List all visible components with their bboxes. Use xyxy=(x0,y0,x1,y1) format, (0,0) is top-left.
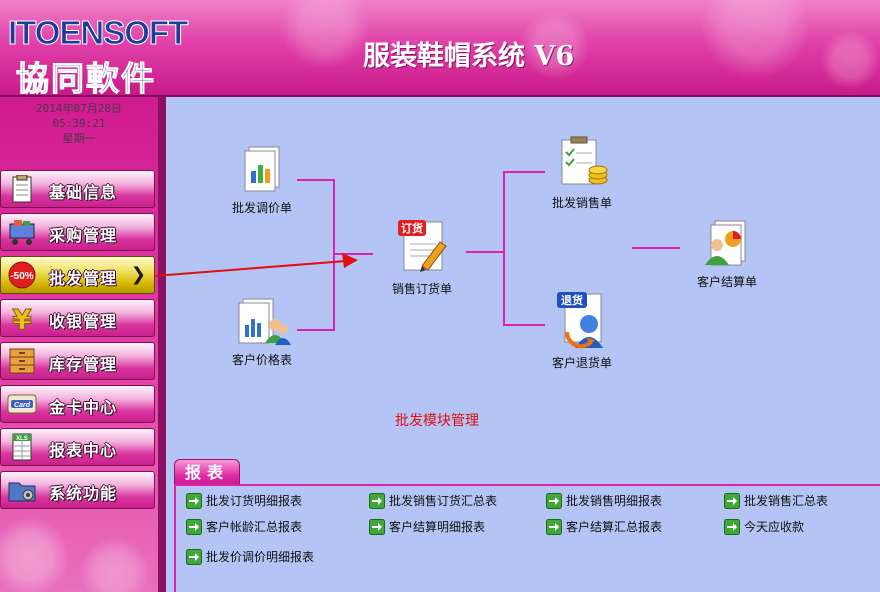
customer-return-doc[interactable]: 退货 客户退货单 xyxy=(527,288,637,371)
doc-label: 销售订货单 xyxy=(391,282,452,296)
order-form-icon: 订货 xyxy=(398,220,447,272)
doc-label: 客户退货单 xyxy=(551,356,612,370)
green-arrow-icon xyxy=(369,519,385,535)
sidebar-item-label: 基础信息 xyxy=(49,183,118,202)
spreadsheet-icon: XLS xyxy=(12,433,32,461)
return-form-icon: 退货 xyxy=(557,292,603,349)
app-title: 服装鞋帽系统 V6 xyxy=(363,41,575,72)
doc-label: 批发调价单 xyxy=(231,201,292,215)
sidebar-item-system[interactable]: 系统功能 xyxy=(0,471,155,509)
sidebar-divider xyxy=(158,97,166,592)
discount-tag-icon: -50% xyxy=(8,261,36,289)
datetime-display: 2014年07月28日 05:39:21 星期一 xyxy=(0,101,158,146)
logo-chinese: 協同軟件 xyxy=(16,59,156,98)
sidebar-item-label: 采购管理 xyxy=(49,226,118,245)
sidebar-item-inventory[interactable]: 库存管理 xyxy=(0,342,155,380)
clipboard-icon xyxy=(12,175,32,203)
module-title: 批发模块管理 xyxy=(395,413,479,429)
sidebar-item-cashier[interactable]: ¥ 收银管理 xyxy=(0,299,155,337)
sidebar-item-label: 批发管理 xyxy=(49,269,118,288)
green-arrow-icon xyxy=(546,493,562,509)
sidebar-item-basic-info[interactable]: 基础信息 xyxy=(0,170,155,208)
red-pointer-arrow xyxy=(153,253,358,277)
green-arrow-icon xyxy=(186,493,202,509)
sidebar-item-purchase[interactable]: 采购管理 xyxy=(0,213,155,251)
shopping-cart-icon xyxy=(9,220,35,245)
wholesale-price-adjust-doc[interactable]: 批发调价单 xyxy=(207,143,317,216)
chevron-right-icon: ❯ xyxy=(130,264,146,285)
sidebar-item-gold-card[interactable]: Card 金卡中心 xyxy=(0,385,155,423)
customer-price-list-doc[interactable]: 客户价格表 xyxy=(207,295,317,368)
cabinet-icon xyxy=(9,348,35,374)
green-arrow-icon xyxy=(546,519,562,535)
green-arrow-icon xyxy=(724,493,740,509)
current-date: 2014年07月28日 xyxy=(36,102,122,115)
tab-reports[interactable]: 报表 xyxy=(174,459,240,485)
current-time: 05:39:21 xyxy=(52,117,106,130)
order-badge: 订货 xyxy=(401,221,423,235)
green-arrow-icon xyxy=(186,519,202,535)
yen-icon: ¥ xyxy=(12,304,33,332)
sidebar-item-label: 库存管理 xyxy=(49,355,118,374)
sidebar-item-label: 报表中心 xyxy=(49,441,118,460)
discount-badge: -50% xyxy=(10,271,33,282)
settings-folder-icon xyxy=(8,482,36,502)
green-arrow-icon xyxy=(369,493,385,509)
sidebar-item-label: 收银管理 xyxy=(49,312,118,331)
customer-settlement-doc[interactable]: 客户结算单 xyxy=(672,217,782,290)
current-weekday: 星期一 xyxy=(62,132,96,145)
chart-document-icon xyxy=(244,146,280,192)
sidebar-item-report-center[interactable]: XLS 报表中心 xyxy=(0,428,155,466)
app-header: ITOENSOFT 協同軟件 服装鞋帽系统 V6 xyxy=(0,0,880,97)
doc-label: 批发销售单 xyxy=(551,196,612,210)
green-arrow-icon xyxy=(724,519,740,535)
return-badge: 退货 xyxy=(561,293,583,307)
svg-text:¥: ¥ xyxy=(12,304,32,332)
sidebar: 2014年07月28日 05:39:21 星期一 基础信息 采购管理 -50% … xyxy=(0,97,162,592)
customer-chart-icon xyxy=(238,298,291,345)
sales-order-doc[interactable]: 订货 销售订货单 xyxy=(367,216,477,297)
card-icon: Card xyxy=(7,394,37,414)
doc-label: 客户结算单 xyxy=(696,275,757,289)
sidebar-item-wholesale[interactable]: -50% 批发管理 ❯ xyxy=(0,256,155,294)
settlement-chart-icon xyxy=(705,220,746,266)
card-badge: Card xyxy=(14,402,31,409)
sidebar-item-label: 系统功能 xyxy=(49,484,118,503)
doc-label: 客户价格表 xyxy=(231,353,292,367)
sales-clipboard-icon xyxy=(561,136,608,185)
connector-line xyxy=(503,171,505,326)
company-logo: ITOENSOFT 協同軟件 xyxy=(6,14,206,98)
logo-english: ITOENSOFT xyxy=(7,14,188,52)
wholesale-sales-doc[interactable]: 批发销售单 xyxy=(527,136,637,211)
green-arrow-icon xyxy=(186,549,202,565)
sidebar-item-label: 金卡中心 xyxy=(49,398,118,417)
